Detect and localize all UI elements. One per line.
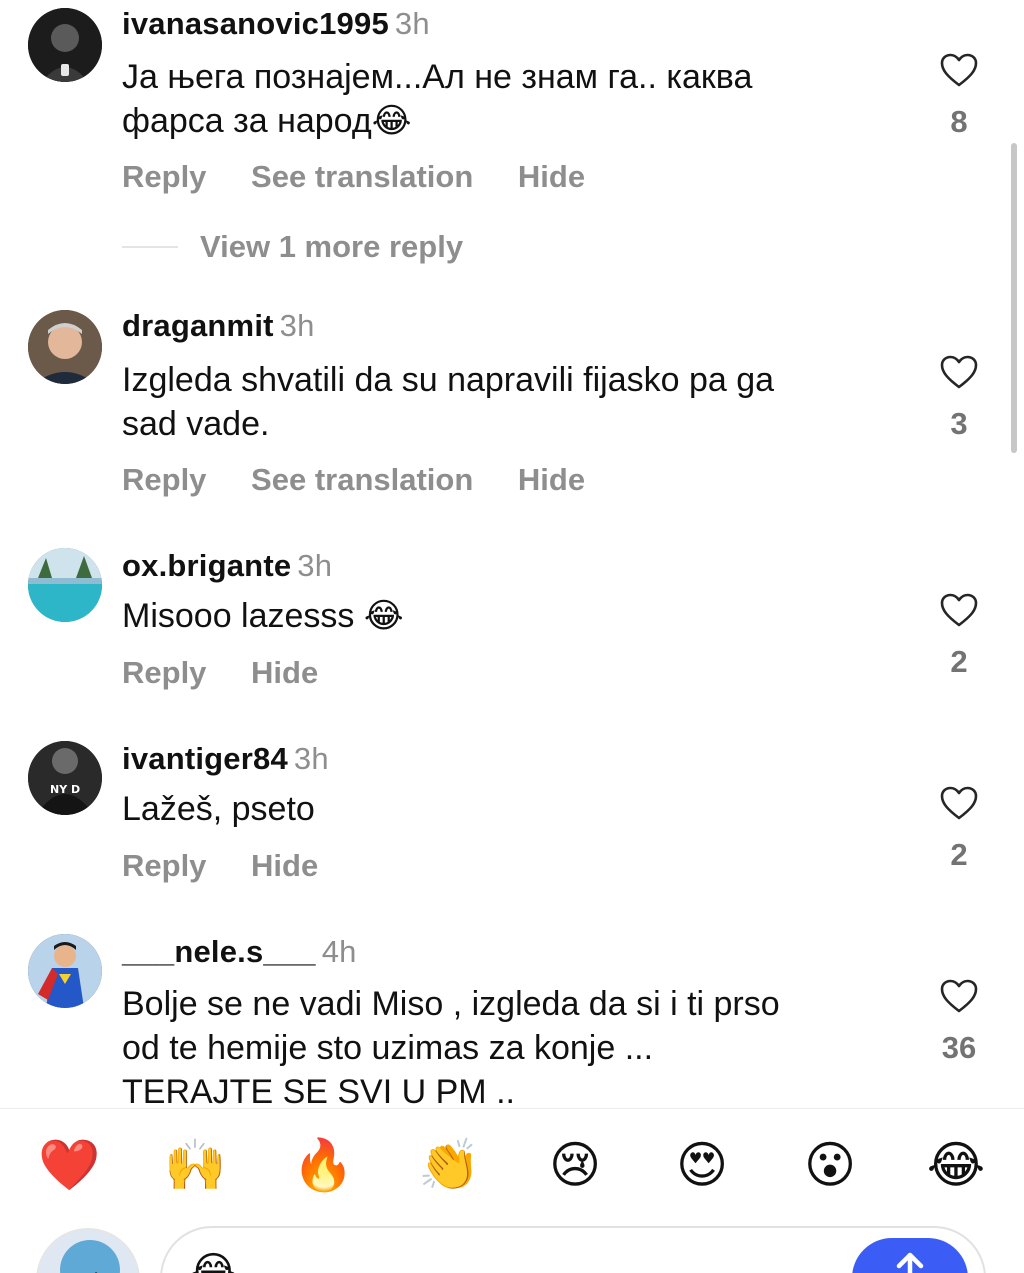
- comment-line: Bolje se ne vadi Miso , izgleda da si i …: [122, 985, 780, 1023]
- avatar[interactable]: [28, 934, 102, 1008]
- see-translation-button[interactable]: See translation: [251, 159, 473, 194]
- scrollbar[interactable]: [1011, 143, 1017, 453]
- view-more-replies-label: View 1 more reply: [200, 229, 464, 264]
- timestamp: 3h: [279, 308, 315, 343]
- hide-button[interactable]: Hide: [518, 462, 585, 497]
- comment-line: Izgleda shvatili da su napravili fijasko…: [122, 361, 775, 399]
- divider: [122, 246, 178, 248]
- comment-text: Bolje se ne vadi Miso , izgleda da si i …: [122, 982, 902, 1108]
- heart-outline-icon[interactable]: [939, 52, 979, 88]
- timestamp: 3h: [297, 548, 333, 583]
- avatar[interactable]: NY D: [28, 741, 102, 815]
- hide-button[interactable]: Hide: [518, 159, 585, 194]
- comment-line: Ја њега познајем...Ал не знам га.. каква: [122, 58, 753, 96]
- avatar[interactable]: [36, 1228, 140, 1273]
- comment-line: Lažeš, pseto: [122, 790, 315, 828]
- comment-text: Izgleda shvatili da su napravili fijasko…: [122, 358, 902, 446]
- comment-header: ivantiger84 3h: [122, 741, 329, 777]
- like-count: 2: [950, 837, 968, 872]
- heart-outline-icon[interactable]: [939, 978, 979, 1014]
- like-control: 8: [936, 52, 982, 140]
- avatar[interactable]: [28, 8, 102, 82]
- heart-eyes-icon[interactable]: 😍: [672, 1135, 732, 1195]
- comment-line: TERAJTE SE SVI U PM ..: [122, 1073, 515, 1108]
- view-more-replies[interactable]: View 1 more reply: [122, 225, 463, 269]
- username[interactable]: ox.brigante: [122, 548, 291, 583]
- comment-actions: Reply Hide: [122, 655, 354, 691]
- tears-of-joy-icon[interactable]: 😂: [926, 1135, 986, 1195]
- comment-composer: 😂: [0, 1218, 1024, 1273]
- comment-text: Misooo lazesss 😂: [122, 594, 902, 638]
- comment-header: draganmit 3h: [122, 308, 315, 344]
- comment-header: ox.brigante 3h: [122, 548, 332, 584]
- heart-outline-icon[interactable]: [939, 354, 979, 390]
- crying-face-icon[interactable]: 😢: [545, 1135, 605, 1195]
- tears-of-joy-icon: 😂: [190, 1249, 237, 1273]
- comment-text: Lažeš, pseto: [122, 787, 902, 831]
- reply-button[interactable]: Reply: [122, 848, 206, 883]
- comment-line: od te hemije sto uzimas za konje ...: [122, 1029, 654, 1067]
- comment-header: ___nele.s___ 4h: [122, 934, 357, 970]
- reply-button[interactable]: Reply: [122, 462, 206, 497]
- like-count: 36: [941, 1030, 977, 1065]
- username[interactable]: ivanasanovic1995: [122, 6, 389, 41]
- avatar[interactable]: [28, 548, 102, 622]
- comment-actions: Reply Hide: [122, 848, 354, 884]
- like-count: 3: [950, 406, 968, 441]
- comment-actions: Reply See translation Hide: [122, 462, 621, 498]
- hide-button[interactable]: Hide: [251, 848, 318, 883]
- see-translation-button[interactable]: See translation: [251, 462, 473, 497]
- comment-header: ivanasanovic1995 3h: [122, 6, 430, 42]
- fire-icon[interactable]: 🔥: [292, 1135, 354, 1195]
- like-control: 3: [936, 354, 982, 442]
- username[interactable]: draganmit: [122, 308, 274, 343]
- arrow-up-icon: [896, 1252, 924, 1273]
- timestamp: 4h: [321, 934, 357, 969]
- username[interactable]: ivantiger84: [122, 741, 288, 776]
- username[interactable]: ___nele.s___: [122, 934, 316, 969]
- red-heart-icon[interactable]: ❤️: [38, 1135, 100, 1195]
- comment-actions: Reply See translation Hide: [122, 159, 621, 195]
- like-control: 2: [936, 592, 982, 680]
- clapping-hands-icon[interactable]: 👏: [418, 1135, 480, 1195]
- timestamp: 3h: [293, 741, 329, 776]
- comment-line: Misooo lazesss 😂: [122, 597, 404, 635]
- like-count: 2: [950, 644, 968, 679]
- surprised-face-icon[interactable]: 😮: [800, 1135, 860, 1195]
- comments-list[interactable]: ivanasanovic1995 3h Ја њега познајем...Ал…: [0, 0, 1024, 1108]
- svg-text:NY D: NY D: [50, 783, 80, 796]
- heart-outline-icon[interactable]: [939, 785, 979, 821]
- like-count: 8: [950, 104, 968, 139]
- like-control: 36: [936, 978, 982, 1066]
- heart-outline-icon[interactable]: [939, 592, 979, 628]
- comment-text: Ја њега познајем...Ал не знам га.. каква…: [122, 55, 902, 143]
- reaction-bar: ❤️ 🙌 🔥 👏 😢 😍 😮 😂: [0, 1108, 1024, 1218]
- hide-button[interactable]: Hide: [251, 655, 318, 690]
- comment-line: фарса за народ😂: [122, 102, 412, 140]
- reply-button[interactable]: Reply: [122, 159, 206, 194]
- comment-line: sad vade.: [122, 405, 270, 443]
- like-control: 2: [936, 785, 982, 873]
- avatar[interactable]: [28, 310, 102, 384]
- raising-hands-icon[interactable]: 🙌: [164, 1135, 226, 1195]
- timestamp: 3h: [394, 6, 430, 41]
- reply-button[interactable]: Reply: [122, 655, 206, 690]
